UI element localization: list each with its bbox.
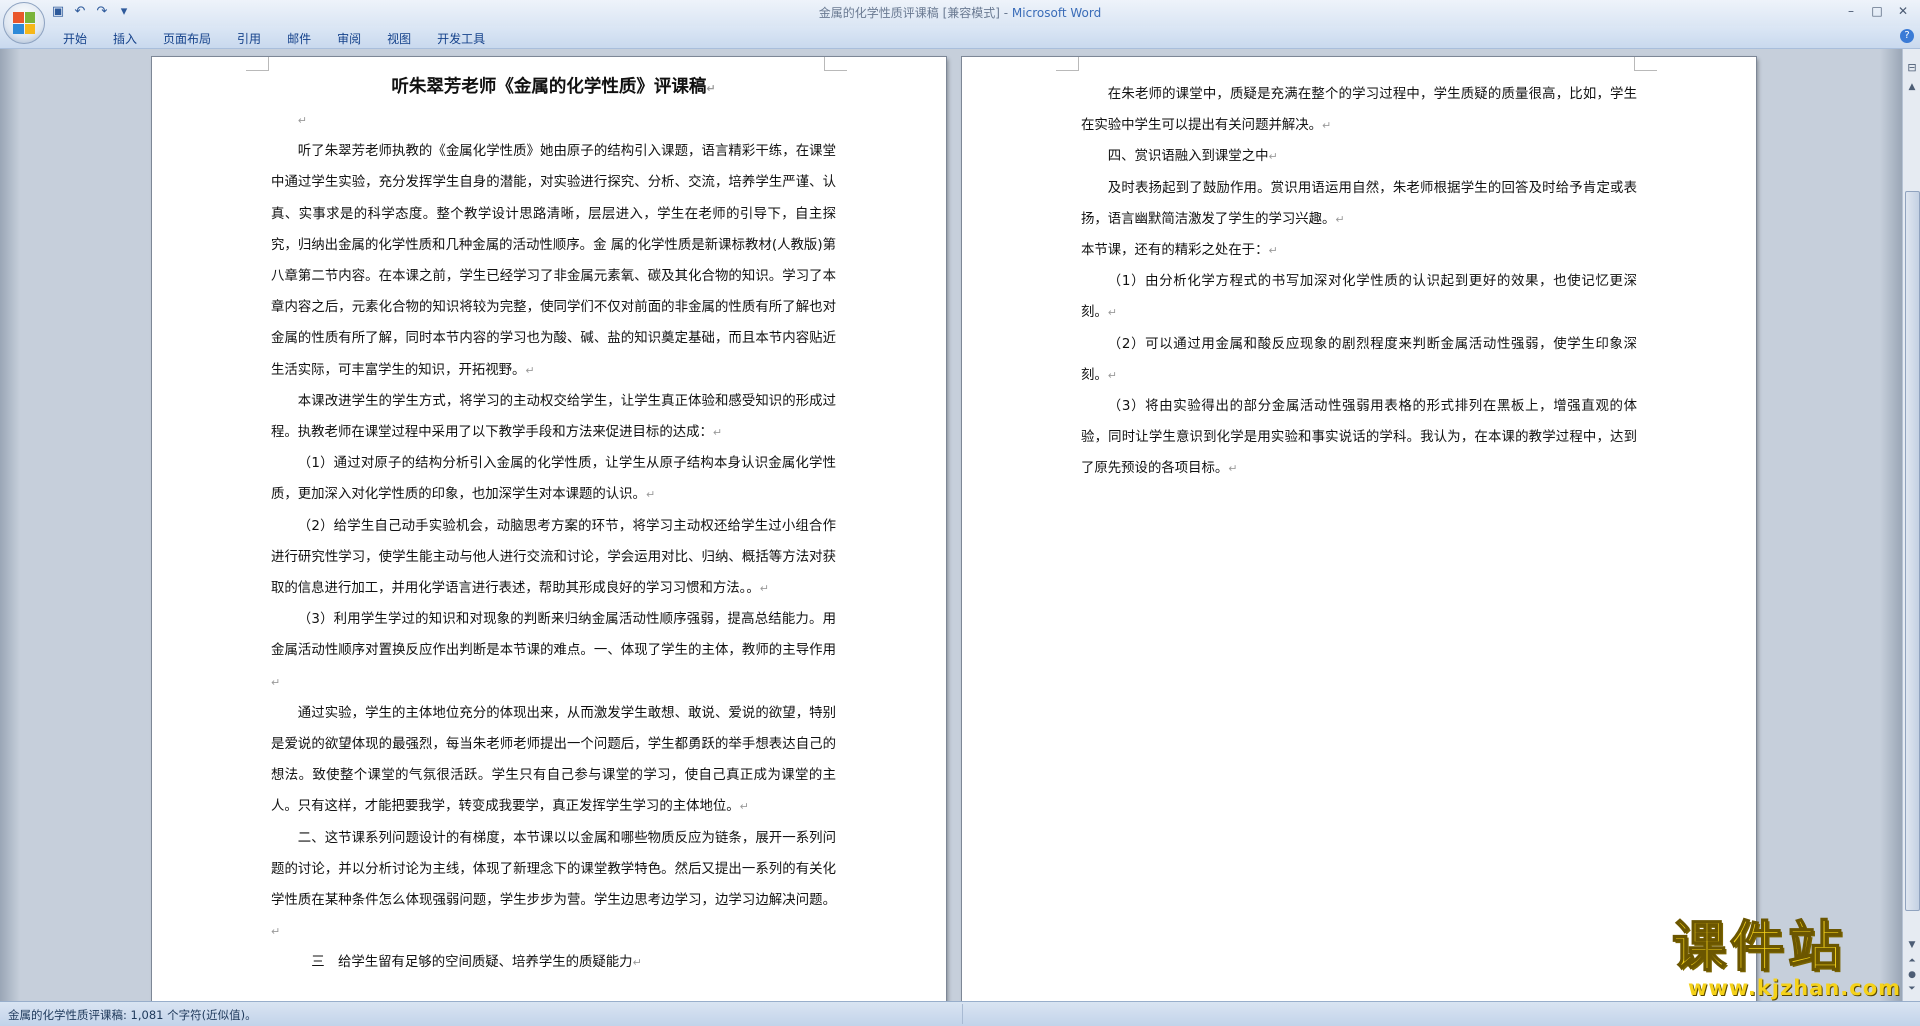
word-count-status[interactable]: 金属的化学性质评课稿: 1,081 个字符(近似值)。 [8,1007,257,1023]
paragraph-mark: ↵ [1107,306,1117,320]
vertical-scrollbar[interactable]: ⊟ ▲ ▼ ⏶ ● ⏷ [1902,49,1920,1001]
help-icon[interactable]: ? [1900,29,1914,43]
paragraph-text: 本节课，还有的精彩之处在于： [1081,243,1269,259]
page-body[interactable]: 听朱翠芳老师《金属的化学性质》评课稿↵ ↵ 听了朱翠芳老师执教的《金属化学性质》… [271,71,836,979]
paragraph: 二、这节课系列问题设计的有梯度，本节课以以金属和哪些物质反应为链条，展开一系列问… [271,823,836,948]
site-watermark-logo: 课件站 www.kjzhan.com [1670,915,1915,1002]
maximize-button[interactable]: □ [1864,2,1890,20]
tab-insert[interactable]: 插入 [100,26,150,48]
paragraph-mark: ↵ [706,82,716,95]
page-body[interactable]: 在朱老师的课堂中，质疑是充满在整个的学习过程中，学生质疑的质量很高，比如，学生在… [1081,79,1637,485]
title-bar: ▣ ↶ ↷ ▾ 金属的化学性质评课稿 [兼容模式] - Microsoft Wo… [0,0,1920,26]
paragraph: （2）可以通过用金属和酸反应现象的剧烈程度来判断金属活动性强弱，使学生印象深刻。… [1081,329,1637,391]
paragraph-mark: ↵ [1335,212,1345,226]
margin-corner-mark [824,57,847,71]
paragraph: （3）利用学生学过的知识和对现象的判断来归纳金属活动性顺序强弱，提高总结能力。用… [271,604,836,698]
heading-text: 听朱翠芳老师《金属的化学性质》评课稿 [391,77,707,97]
paragraph-mark: ↵ [1268,244,1278,258]
paragraph: 通过实验，学生的主体地位充分的体现出来，从而激发学生敢想、敢说、爱说的欲望，特别… [271,698,836,823]
paragraph-mark: ↵ [1268,150,1278,164]
scroll-up-arrow-icon[interactable]: ▲ [1904,79,1920,95]
ribbon-tabs: 开始 插入 页面布局 引用 邮件 审阅 视图 开发工具 [50,26,498,48]
paragraph-text: 在朱老师的课堂中，质疑是充满在整个的学习过程中，学生质疑的质量很高，比如，学生在… [1081,87,1637,134]
tab-references[interactable]: 引用 [224,26,274,48]
paragraph-text: 通过实验，学生的主体地位充分的体现出来，从而激发学生敢想、敢说、爱说的欲望，特别… [271,705,836,815]
tab-review[interactable]: 审阅 [324,26,374,48]
watermark-url: www.kjzhan.com [1688,976,1902,1000]
paragraph-text: （3）利用学生学过的知识和对现象的判断来归纳金属活动性顺序强弱，提高总结能力。用… [271,612,836,659]
paragraph: 本节课，还有的精彩之处在于：↵ [1081,235,1637,266]
close-button[interactable]: ✕ [1890,2,1916,20]
paragraph-mark: ↵ [525,363,535,377]
margin-corner-mark [246,57,269,71]
status-bar: 金属的化学性质评课稿: 1,081 个字符(近似值)。 [0,1001,1920,1026]
paragraph-text: 本课改进学生的学生方式，将学习的主动权交给学生，让学生真正体验和感受知识的形成过… [271,393,836,441]
paragraph: ↵ [271,105,836,136]
tab-mailings[interactable]: 邮件 [274,26,324,48]
margin-corner-mark [1634,57,1657,71]
document-title: 金属的化学性质评课稿 [兼容模式] - [818,6,1012,20]
paragraph-text: 听了朱翠芳老师执教的《金属化学性质》她由原子的结构引入课题，语言精彩干练，在课堂… [271,144,836,378]
paragraph-mark: ↵ [712,426,723,440]
tab-home[interactable]: 开始 [50,26,100,48]
minimize-button[interactable]: – [1838,2,1864,20]
office-logo-icon [13,12,35,34]
scrollbar-thumb[interactable] [1905,191,1920,911]
tab-page-layout[interactable]: 页面布局 [150,26,224,48]
paragraph-mark: ↵ [1107,368,1117,382]
tab-view[interactable]: 视图 [374,26,424,48]
paragraph-mark: ↵ [271,675,281,689]
paragraph-text: （1）由分析化学方程式的书写加深对化学性质的认识起到更好的效果，也使记忆更深刻。 [1081,274,1637,321]
paragraph-text: （3）将由实验得出的部分金属活动性强弱用表格的形式排列在黑板上，增强直观的体验，… [1081,399,1637,477]
paragraph-mark: ↵ [645,488,656,502]
paragraph-mark: ↵ [271,925,281,939]
paragraph-mark: ↵ [739,800,749,814]
paragraph: 三 给学生留有足够的空间质疑、培养学生的质疑能力↵ [271,947,836,978]
ruler-toggle-icon[interactable]: ⊟ [1905,61,1919,75]
watermark-text: 课件站 [1671,915,1846,978]
status-divider [962,1004,963,1024]
paragraph-text: 四、赏识语融入到课堂之中 [1107,149,1269,165]
paragraph: 四、赏识语融入到课堂之中↵ [1081,141,1637,172]
paragraph-mark: ↵ [632,956,642,970]
paragraph-text: （2）给学生自己动手实验机会，动脑思考方案的环节，将学习主动权还给学生过小组合作… [271,518,836,597]
document-page[interactable]: 在朱老师的课堂中，质疑是充满在整个的学习过程中，学生质疑的质量很高，比如，学生在… [962,57,1756,1017]
paragraph: 听了朱翠芳老师执教的《金属化学性质》她由原子的结构引入课题，语言精彩干练，在课堂… [271,136,836,386]
tab-developer[interactable]: 开发工具 [424,26,498,48]
app-name: Microsoft Word [1011,6,1102,20]
paragraph: （1）通过对原子的结构分析引入金属的化学性质，让学生从原子结构本身认识金属化学性… [271,448,836,510]
paragraph: 在朱老师的课堂中，质疑是充满在整个的学习过程中，学生质疑的质量很高，比如，学生在… [1081,79,1637,141]
paragraph: （1）由分析化学方程式的书写加深对化学性质的认识起到更好的效果，也使记忆更深刻。… [1081,266,1637,328]
paragraph-mark: ↵ [1228,462,1238,476]
paragraph: 本课改进学生的学生方式，将学习的主动权交给学生，让学生真正体验和感受知识的形成过… [271,386,836,448]
paragraph-text: 三 给学生留有足够的空间质疑、培养学生的质疑能力 [311,955,633,971]
paragraph-mark: ↵ [297,114,308,127]
document-area[interactable]: 听朱翠芳老师《金属的化学性质》评课稿↵ ↵ 听了朱翠芳老师执教的《金属化学性质》… [0,49,1902,1017]
paragraph-mark: ↵ [1322,119,1332,133]
paragraph-text: 二、这节课系列问题设计的有梯度，本节课以以金属和哪些物质反应为链条，展开一系列问… [271,830,836,909]
paragraph: （2）给学生自己动手实验机会，动脑思考方案的环节，将学习主动权还给学生过小组合作… [271,511,836,605]
paragraph-text: （2）可以通过用金属和酸反应现象的剧烈程度来判断金属活动性强弱，使学生印象深刻。 [1081,336,1637,383]
paragraph: 及时表扬起到了鼓励作用。赏识用语运用自然，朱老师根据学生的回答及时给予肯定或表扬… [1081,173,1637,235]
document-heading: 听朱翠芳老师《金属的化学性质》评课稿↵ [271,71,836,105]
paragraph-text: 及时表扬起到了鼓励作用。赏识用语运用自然，朱老师根据学生的回答及时给予肯定或表扬… [1081,180,1637,227]
ribbon: 开始 插入 页面布局 引用 邮件 审阅 视图 开发工具 ? [0,26,1920,49]
margin-corner-mark [1056,57,1079,71]
paragraph-mark: ↵ [759,582,769,596]
paragraph: （3）将由实验得出的部分金属活动性强弱用表格的形式排列在黑板上，增强直观的体验，… [1081,391,1637,485]
paragraph-text: （1）通过对原子的结构分析引入金属的化学性质，让学生从原子结构本身认识金属化学性… [271,456,836,503]
window-title: 金属的化学性质评课稿 [兼容模式] - Microsoft Word [0,4,1920,21]
window-controls: – □ ✕ [1838,2,1916,20]
document-page[interactable]: 听朱翠芳老师《金属的化学性质》评课稿↵ ↵ 听了朱翠芳老师执教的《金属化学性质》… [152,57,946,1017]
office-button[interactable] [3,2,45,44]
